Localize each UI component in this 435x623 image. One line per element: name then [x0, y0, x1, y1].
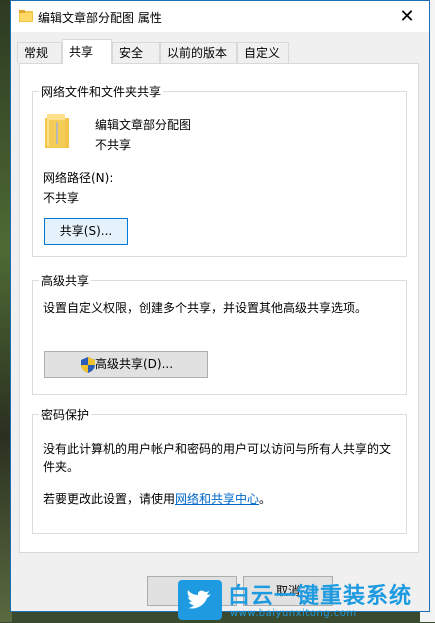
- password-protection-group: 密码保护 没有此计算机的用户帐户和密码的用户可以访问与所有人共享的文 件夹。 若…: [32, 406, 407, 534]
- advanced-sharing-button[interactable]: 高级共享(D)...: [44, 351, 208, 378]
- uac-shield-icon: [81, 357, 95, 373]
- tab-security[interactable]: 安全: [112, 42, 160, 63]
- network-sharing-group: 网络文件和文件夹共享 编辑文章部分配图 不共享 网络路径(N): 不共享 共享(…: [32, 83, 407, 257]
- tab-previous-versions[interactable]: 以前的版本: [160, 42, 237, 63]
- password-description-line1: 没有此计算机的用户帐户和密码的用户可以访问与所有人共享的文: [43, 442, 392, 456]
- share-button[interactable]: 共享(S)...: [44, 218, 128, 245]
- window-title: 编辑文章部分配图 属性: [38, 11, 162, 25]
- folder-share-status: 不共享: [95, 138, 132, 152]
- watermark-url: www.baiyunxitong.com: [230, 608, 357, 619]
- close-icon: ✕: [399, 6, 415, 27]
- close-button[interactable]: ✕: [385, 1, 429, 32]
- network-path-label: 网络路径(N):: [43, 171, 114, 185]
- shared-folder-icon: [45, 114, 69, 148]
- password-description-line2: 件夹。: [43, 460, 80, 474]
- advanced-sharing-description: 设置自定义权限，创建多个共享，并设置其他高级共享选项。: [43, 301, 368, 315]
- change-setting-text: 若要更改此设置，请使用网络和共享中心。: [43, 492, 272, 506]
- properties-dialog: 编辑文章部分配图 属性 ✕ 常规 共享 安全 以前的版本 自定义 网络文件和文件…: [10, 0, 430, 612]
- folder-icon: [19, 10, 33, 22]
- advanced-sharing-button-label: 高级共享(D)...: [94, 357, 174, 371]
- tab-sharing[interactable]: 共享: [62, 39, 112, 64]
- tab-customize[interactable]: 自定义: [237, 42, 289, 63]
- advanced-sharing-group: 高级共享 设置自定义权限，创建多个共享，并设置其他高级共享选项。 高级共享(D)…: [32, 272, 407, 395]
- group-title: 高级共享: [39, 272, 92, 289]
- group-title: 密码保护: [39, 406, 92, 423]
- folder-name: 编辑文章部分配图: [95, 118, 192, 132]
- network-path-value: 不共享: [43, 191, 80, 205]
- watermark: 白云一键重装系统 www.baiyunxitong.com: [178, 578, 428, 622]
- watermark-name: 白云一键重装系统: [228, 584, 413, 609]
- twitter-bird-icon: [178, 580, 222, 620]
- sharing-panel: 网络文件和文件夹共享 编辑文章部分配图 不共享 网络路径(N): 不共享 共享(…: [19, 63, 419, 553]
- group-title: 网络文件和文件夹共享: [39, 83, 164, 100]
- title-bar[interactable]: 编辑文章部分配图 属性 ✕: [11, 1, 429, 32]
- tab-general[interactable]: 常规: [17, 42, 62, 63]
- network-sharing-center-link[interactable]: 网络和共享中心: [175, 492, 259, 506]
